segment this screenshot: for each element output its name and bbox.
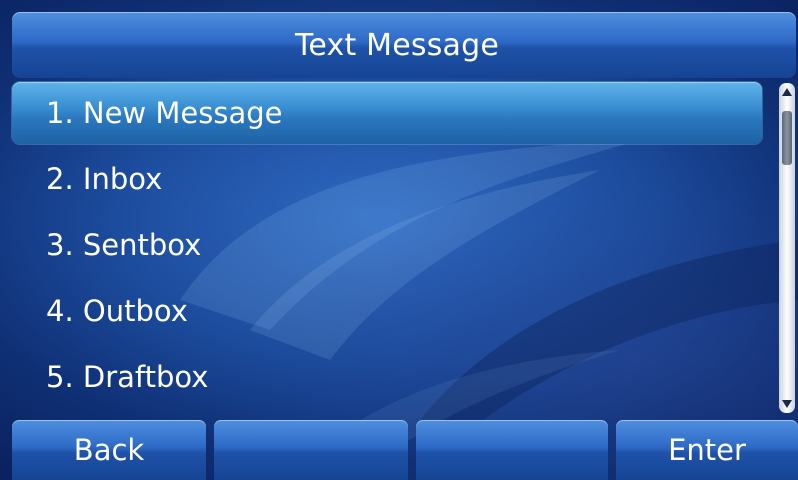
- back-softkey[interactable]: Back: [12, 420, 206, 480]
- menu-item-label: 2. Inbox: [46, 162, 163, 196]
- softkey-3[interactable]: [416, 420, 608, 480]
- phone-screen: Text Message 1. New Message 2. Inbox 3. …: [0, 0, 798, 480]
- menu-item-draftbox[interactable]: 5. Draftbox: [12, 346, 762, 408]
- title-bar: Text Message: [12, 12, 796, 78]
- enter-softkey[interactable]: Enter: [616, 420, 798, 480]
- page-title: Text Message: [294, 27, 500, 63]
- scroll-down-arrow-icon[interactable]: [782, 400, 792, 408]
- menu-item-label: 3. Sentbox: [46, 228, 202, 262]
- menu-item-sentbox[interactable]: 3. Sentbox: [12, 214, 762, 276]
- scroll-up-arrow-icon[interactable]: [782, 88, 792, 96]
- menu-list: 1. New Message 2. Inbox 3. Sentbox 4. Ou…: [12, 82, 764, 412]
- menu-item-inbox[interactable]: 2. Inbox: [12, 148, 762, 210]
- menu-item-label: 4. Outbox: [46, 294, 188, 328]
- softkey-bar: Back Enter: [12, 420, 798, 480]
- scrollbar[interactable]: [779, 83, 795, 413]
- scroll-thumb[interactable]: [782, 111, 792, 165]
- menu-item-label: 5. Draftbox: [46, 360, 209, 394]
- softkey-2[interactable]: [214, 420, 408, 480]
- menu-item-new-message[interactable]: 1. New Message: [12, 82, 762, 144]
- menu-item-label: 1. New Message: [46, 96, 283, 130]
- menu-item-outbox[interactable]: 4. Outbox: [12, 280, 762, 342]
